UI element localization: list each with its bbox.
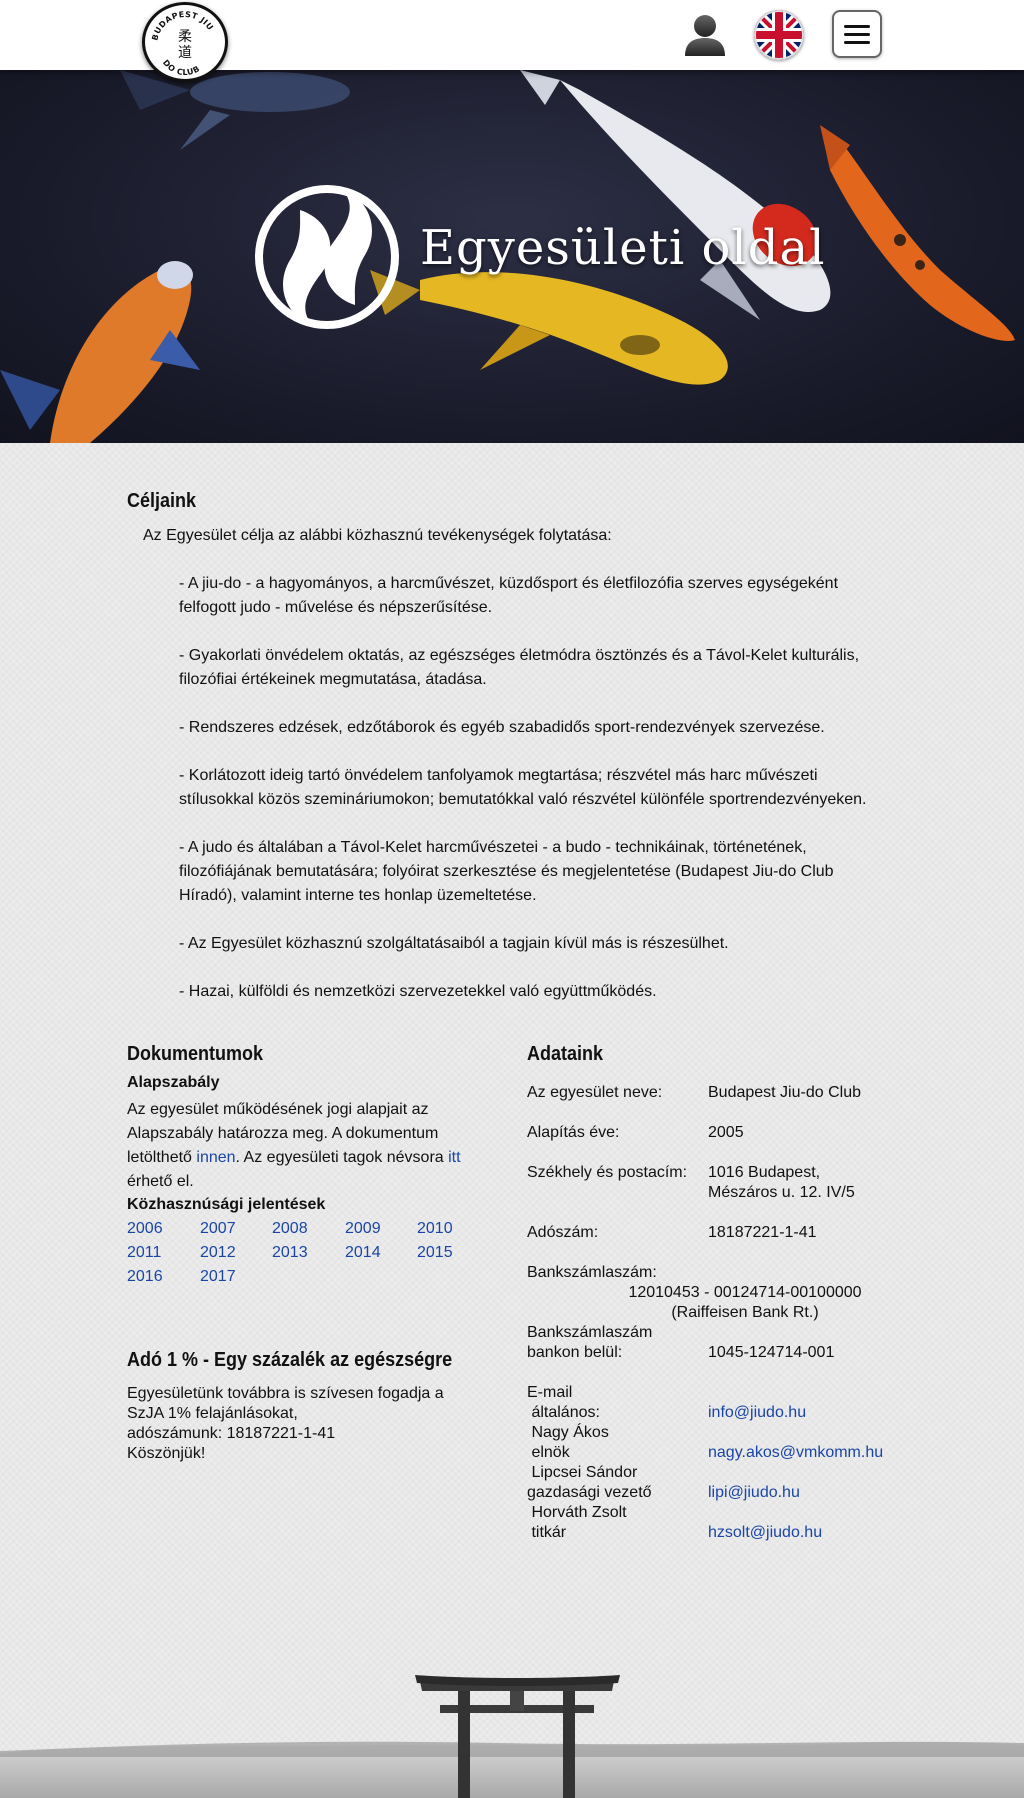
report-year-link[interactable]: 2008 xyxy=(272,1220,308,1238)
general-email-link[interactable]: info@jiudo.hu xyxy=(708,1403,806,1423)
internal-account-label: bankon belül: xyxy=(527,1344,623,1361)
club-logo[interactable]: BUDAPEST JIU DO CLUB 柔 道 xyxy=(142,2,228,82)
report-year-link[interactable]: 2010 xyxy=(417,1220,453,1238)
svg-text:道: 道 xyxy=(178,45,192,61)
statute-text-part: érhető el. xyxy=(127,1173,194,1190)
data-heading: Adataink xyxy=(527,1043,604,1065)
club-name-value: Budapest Jiu-do Club xyxy=(708,1084,861,1101)
tax-number-label: Adószám: xyxy=(527,1224,599,1241)
address-label: Székhely és postacím: xyxy=(527,1164,688,1181)
menu-button[interactable] xyxy=(832,10,882,58)
reports-subheading: Közhasznúsági jelentések xyxy=(127,1196,326,1213)
internal-account-label: Bankszámlaszám xyxy=(527,1324,653,1341)
goal-item: - Gyakorlati önvédelem oktatás, az egész… xyxy=(179,647,860,688)
hero-title: Egyesületi oldal xyxy=(420,220,826,276)
members-list-link[interactable]: itt xyxy=(448,1149,460,1166)
contact-person-name: Nagy Ákos xyxy=(527,1424,609,1441)
language-button[interactable] xyxy=(754,10,804,60)
hero-banner: Egyesületi oldal xyxy=(0,70,1024,443)
uk-flag-icon xyxy=(754,10,804,60)
address-line-1: 1016 Budapest, xyxy=(708,1164,821,1181)
statute-download-link[interactable]: innen xyxy=(196,1149,235,1166)
main-content: Céljaink Az Egyesület célja az alábbi kö… xyxy=(0,443,1024,1798)
founded-label: Alapítás éve: xyxy=(527,1124,620,1141)
goals-intro: Az Egyesület célja az alábbi közhasznú t… xyxy=(143,527,612,544)
torii-gate-illustration xyxy=(0,1453,1024,1798)
tax-number-value: 18187221-1-41 xyxy=(708,1224,817,1241)
tax-donation-text: Egyesületünk továbbra is szívesen fogadj… xyxy=(127,1384,447,1464)
tax-donation-line: adószámunk: 18187221-1-41 xyxy=(127,1425,336,1442)
report-year-link[interactable]: 2015 xyxy=(417,1244,453,1262)
club-name-label: Az egyesület neve: xyxy=(527,1084,663,1101)
report-year-link[interactable]: 2016 xyxy=(127,1268,163,1286)
tax-donation-line: Egyesületünk továbbra is szívesen fogadj… xyxy=(127,1385,444,1402)
report-year-link[interactable]: 2006 xyxy=(127,1220,163,1238)
goal-item: - Korlátozott ideig tartó önvédelem tanf… xyxy=(179,767,867,808)
goal-item: - Az Egyesület közhasznú szolgáltatásaib… xyxy=(179,935,729,952)
documents-heading: Dokumentumok xyxy=(127,1043,264,1065)
report-year-link[interactable]: 2011 xyxy=(127,1244,161,1262)
tax-donation-heading: Adó 1 % - Egy százalék az egészségre xyxy=(127,1349,453,1371)
goal-item: - Hazai, külföldi és nemzetközi szerveze… xyxy=(179,983,657,1000)
svg-text:柔: 柔 xyxy=(178,29,192,45)
report-year-link[interactable]: 2017 xyxy=(200,1268,236,1286)
report-year-link[interactable]: 2014 xyxy=(345,1244,381,1262)
torii-gate-graphic xyxy=(0,1675,1024,1798)
report-year-link[interactable]: 2007 xyxy=(200,1220,236,1238)
club-logo-emblem: BUDAPEST JIU DO CLUB 柔 道 xyxy=(150,10,214,77)
report-year-link[interactable]: 2009 xyxy=(345,1220,381,1238)
address-line-2: Mészáros u. 12. IV/5 xyxy=(708,1184,855,1201)
statute-text-part: . Az egyesületi tagok névsora xyxy=(235,1149,449,1166)
goal-item: - Rendszeres edzések, edzőtáborok és egy… xyxy=(179,719,825,736)
goal-item: - A jiu-do - a hagyományos, a harcművész… xyxy=(179,575,839,616)
goals-heading: Céljaink xyxy=(127,490,197,512)
report-year-link[interactable]: 2013 xyxy=(272,1244,308,1262)
goal-item: - A judo és általában a Távol-Kelet harc… xyxy=(179,839,834,904)
bank-name: (Raiffeisen Bank Rt.) xyxy=(671,1304,819,1321)
user-silhouette-icon xyxy=(685,15,725,56)
statute-text: Az egyesület működésének jogi alapjait a… xyxy=(127,1098,507,1194)
founded-value: 2005 xyxy=(708,1124,744,1141)
bank-account-value: 12010453 - 00124714-00100000 xyxy=(628,1284,862,1301)
tax-donation-line: SzJA 1% felajánlásokat, xyxy=(127,1405,298,1422)
profile-button[interactable] xyxy=(680,10,730,58)
email-label: E-mail xyxy=(527,1384,573,1401)
statute-subheading: Alapszabály xyxy=(127,1074,220,1091)
general-email-label: általános: xyxy=(527,1404,600,1421)
internal-account-value: 1045-124714-001 xyxy=(708,1344,835,1361)
report-year-link[interactable]: 2012 xyxy=(200,1244,236,1262)
bank-account-label: Bankszámlaszám: xyxy=(527,1264,657,1281)
